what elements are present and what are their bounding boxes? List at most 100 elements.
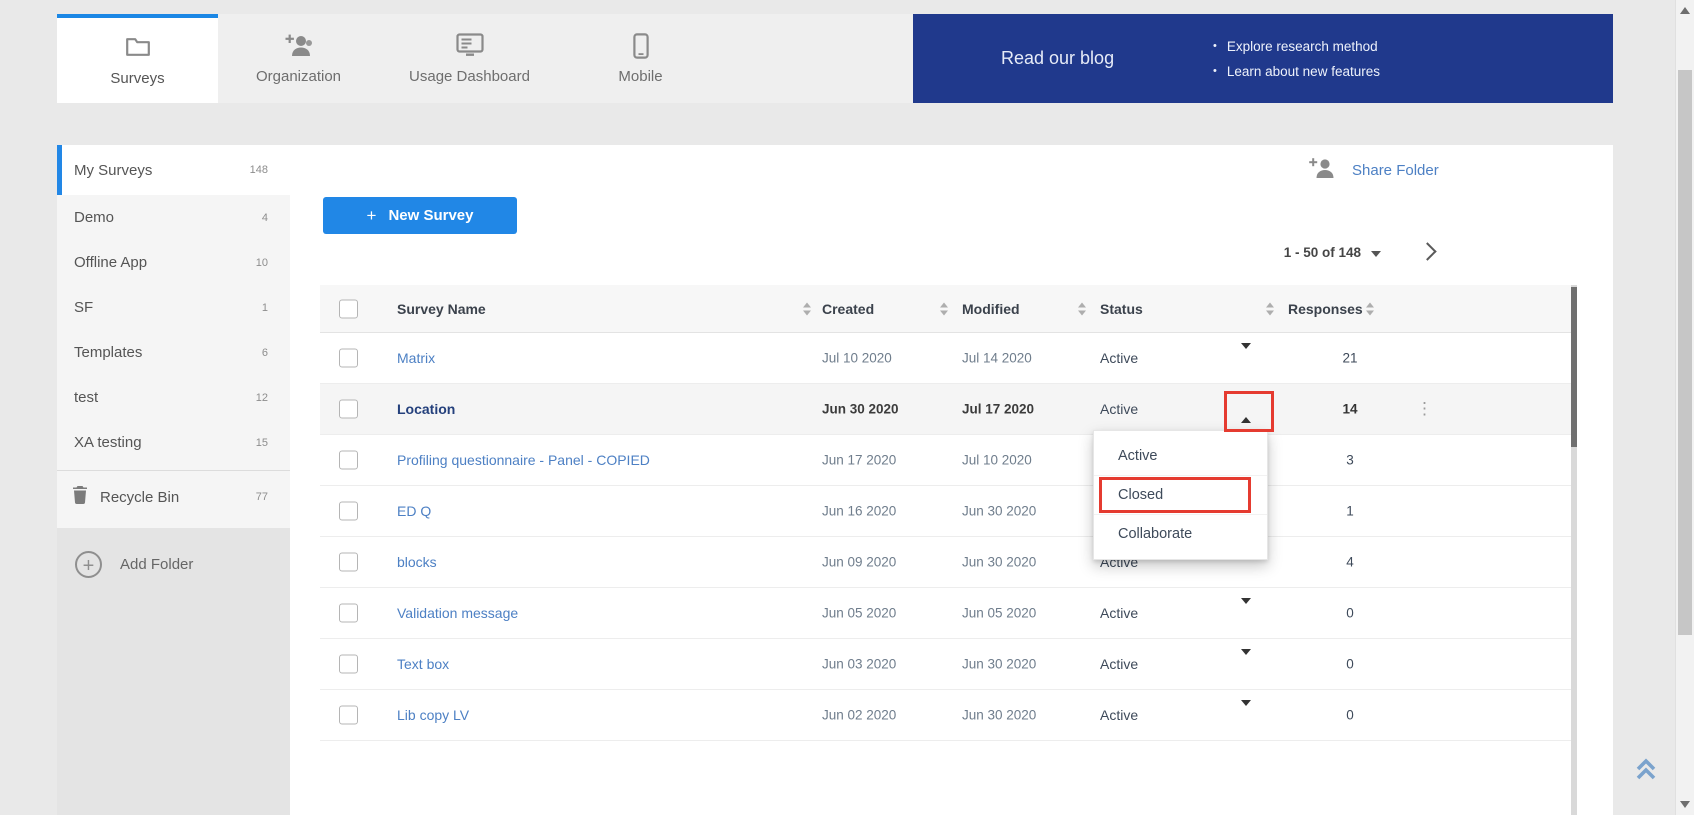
column-header-created[interactable]: Created: [822, 301, 874, 317]
banner-bullet-item: • Explore research method: [1213, 34, 1380, 59]
status-dropdown-menu: ActiveClosedCollaborate: [1093, 430, 1268, 560]
table-row: Lib copy LV Jun 02 2020 Jun 30 2020 Acti…: [320, 690, 1571, 741]
survey-name-link[interactable]: Profiling questionnaire - Panel - COPIED: [397, 452, 650, 468]
row-checkbox[interactable]: [339, 451, 358, 470]
modified-date: Jul 17 2020: [962, 402, 1034, 417]
sidebar-item-recycle-bin[interactable]: Recycle Bin 77: [57, 470, 290, 523]
row-checkbox[interactable]: [339, 400, 358, 419]
tab-surveys[interactable]: Surveys: [57, 14, 218, 103]
responses-count[interactable]: 21: [1310, 351, 1390, 366]
survey-name-link[interactable]: blocks: [397, 554, 437, 570]
created-date: Jun 02 2020: [822, 708, 896, 723]
browser-scrollbar[interactable]: [1675, 0, 1694, 815]
scrollbar-down-arrow-icon[interactable]: [1680, 801, 1690, 808]
status-value[interactable]: Active: [1100, 707, 1138, 723]
status-caret-icon[interactable]: [1241, 604, 1251, 622]
survey-name-link[interactable]: ED Q: [397, 503, 431, 519]
responses-count[interactable]: 14: [1310, 402, 1390, 417]
row-checkbox[interactable]: [339, 553, 358, 572]
row-checkbox[interactable]: [339, 349, 358, 368]
status-value[interactable]: Active: [1100, 350, 1138, 366]
sort-icon[interactable]: [803, 302, 812, 315]
sort-icon[interactable]: [1078, 302, 1087, 315]
sidebar-item-my-surveys[interactable]: My Surveys 148: [57, 145, 290, 195]
column-header-status[interactable]: Status: [1100, 301, 1143, 317]
table-scrollbar-track[interactable]: [1571, 285, 1577, 815]
banner-bullet-item: • Learn about new features: [1213, 59, 1380, 84]
blog-banner-title[interactable]: Read our blog: [1001, 14, 1114, 103]
folder-count: 10: [256, 257, 268, 269]
status-dropdown-option-closed[interactable]: Closed: [1094, 476, 1267, 515]
created-date: Jun 30 2020: [822, 402, 899, 417]
table-scrollbar-thumb[interactable]: [1571, 287, 1577, 447]
add-folder-label: Add Folder: [120, 556, 193, 573]
status-value[interactable]: Active: [1100, 656, 1138, 672]
status-caret-icon[interactable]: [1241, 706, 1251, 724]
sort-icon[interactable]: [940, 302, 949, 315]
row-checkbox[interactable]: [339, 502, 358, 521]
created-date: Jun 17 2020: [822, 453, 896, 468]
scrollbar-thumb[interactable]: [1678, 70, 1692, 635]
responses-count[interactable]: 0: [1310, 708, 1390, 723]
add-folder-button[interactable]: + Add Folder: [57, 528, 290, 601]
tab-organization[interactable]: Organization: [218, 14, 379, 103]
table-row: Text box Jun 03 2020 Jun 30 2020 Active …: [320, 639, 1571, 690]
folder-count: 4: [262, 212, 268, 224]
new-survey-button[interactable]: + New Survey: [323, 197, 517, 234]
next-page-chevron-icon[interactable]: [1418, 242, 1436, 260]
kebab-menu-icon[interactable]: ⋮: [1416, 399, 1433, 419]
sidebar-item-test[interactable]: test 12: [57, 375, 290, 420]
sidebar-item-xa-testing[interactable]: XA testing 15: [57, 420, 290, 465]
status-dropdown-option-active[interactable]: Active: [1094, 437, 1267, 476]
column-header-responses[interactable]: Responses: [1288, 301, 1363, 317]
status-dropdown-option-collaborate[interactable]: Collaborate: [1094, 515, 1267, 553]
modified-date: Jun 30 2020: [962, 504, 1036, 519]
scroll-to-top-button[interactable]: [1630, 752, 1662, 789]
sort-icon[interactable]: [1266, 302, 1275, 315]
double-chevron-up-icon: [1630, 752, 1662, 784]
responses-count[interactable]: 0: [1310, 657, 1390, 672]
table-row: Matrix Jul 10 2020 Jul 14 2020 Active 21: [320, 333, 1571, 384]
survey-name-link[interactable]: Validation message: [397, 605, 518, 621]
survey-name-link[interactable]: Matrix: [397, 350, 435, 366]
tab-mobile[interactable]: Mobile: [560, 14, 721, 103]
sort-icon[interactable]: [1366, 302, 1375, 315]
responses-count[interactable]: 0: [1310, 606, 1390, 621]
column-header-modified[interactable]: Modified: [962, 301, 1020, 317]
top-navigation: Surveys Organization Usage Dashboard Mob…: [57, 14, 1613, 103]
bullet-icon: •: [1213, 34, 1217, 59]
sidebar-item-templates[interactable]: Templates 6: [57, 330, 290, 375]
pagination-range[interactable]: 1 - 50 of 148: [1210, 245, 1361, 260]
created-date: Jun 09 2020: [822, 555, 896, 570]
status-caret-icon[interactable]: [1241, 655, 1251, 673]
blog-banner[interactable]: Read our blog • Explore research method …: [913, 14, 1613, 103]
survey-name-link[interactable]: Lib copy LV: [397, 707, 469, 723]
table-row: blocks Jun 09 2020 Jun 30 2020 Active 4: [320, 537, 1571, 588]
status-caret-icon[interactable]: [1241, 400, 1251, 418]
table-row: ED Q Jun 16 2020 Jun 30 2020 Active 1: [320, 486, 1571, 537]
sidebar-item-sf[interactable]: SF 1: [57, 285, 290, 330]
row-checkbox[interactable]: [339, 706, 358, 725]
column-header-survey-name[interactable]: Survey Name: [397, 301, 486, 317]
status-value[interactable]: Active: [1100, 605, 1138, 621]
add-folder-section: + Add Folder: [57, 528, 290, 815]
tab-usage-dashboard[interactable]: Usage Dashboard: [379, 14, 560, 103]
modified-date: Jul 14 2020: [962, 351, 1032, 366]
scrollbar-up-arrow-icon[interactable]: [1680, 7, 1690, 14]
responses-count[interactable]: 1: [1310, 504, 1390, 519]
share-folder-button[interactable]: Share Folder: [1308, 157, 1439, 184]
row-checkbox[interactable]: [339, 604, 358, 623]
survey-name-link[interactable]: Location: [397, 401, 455, 417]
status-value[interactable]: Active: [1100, 401, 1138, 417]
sidebar-item-offline-app[interactable]: Offline App 10: [57, 240, 290, 285]
select-all-checkbox[interactable]: [339, 299, 358, 318]
created-date: Jun 16 2020: [822, 504, 896, 519]
row-checkbox[interactable]: [339, 655, 358, 674]
add-user-icon: [284, 33, 314, 59]
responses-count[interactable]: 3: [1310, 453, 1390, 468]
survey-name-link[interactable]: Text box: [397, 656, 449, 672]
responses-count[interactable]: 4: [1310, 555, 1390, 570]
status-caret-icon[interactable]: [1241, 349, 1251, 367]
pagination-caret-icon[interactable]: [1371, 251, 1381, 257]
sidebar-item-demo[interactable]: Demo 4: [57, 195, 290, 240]
